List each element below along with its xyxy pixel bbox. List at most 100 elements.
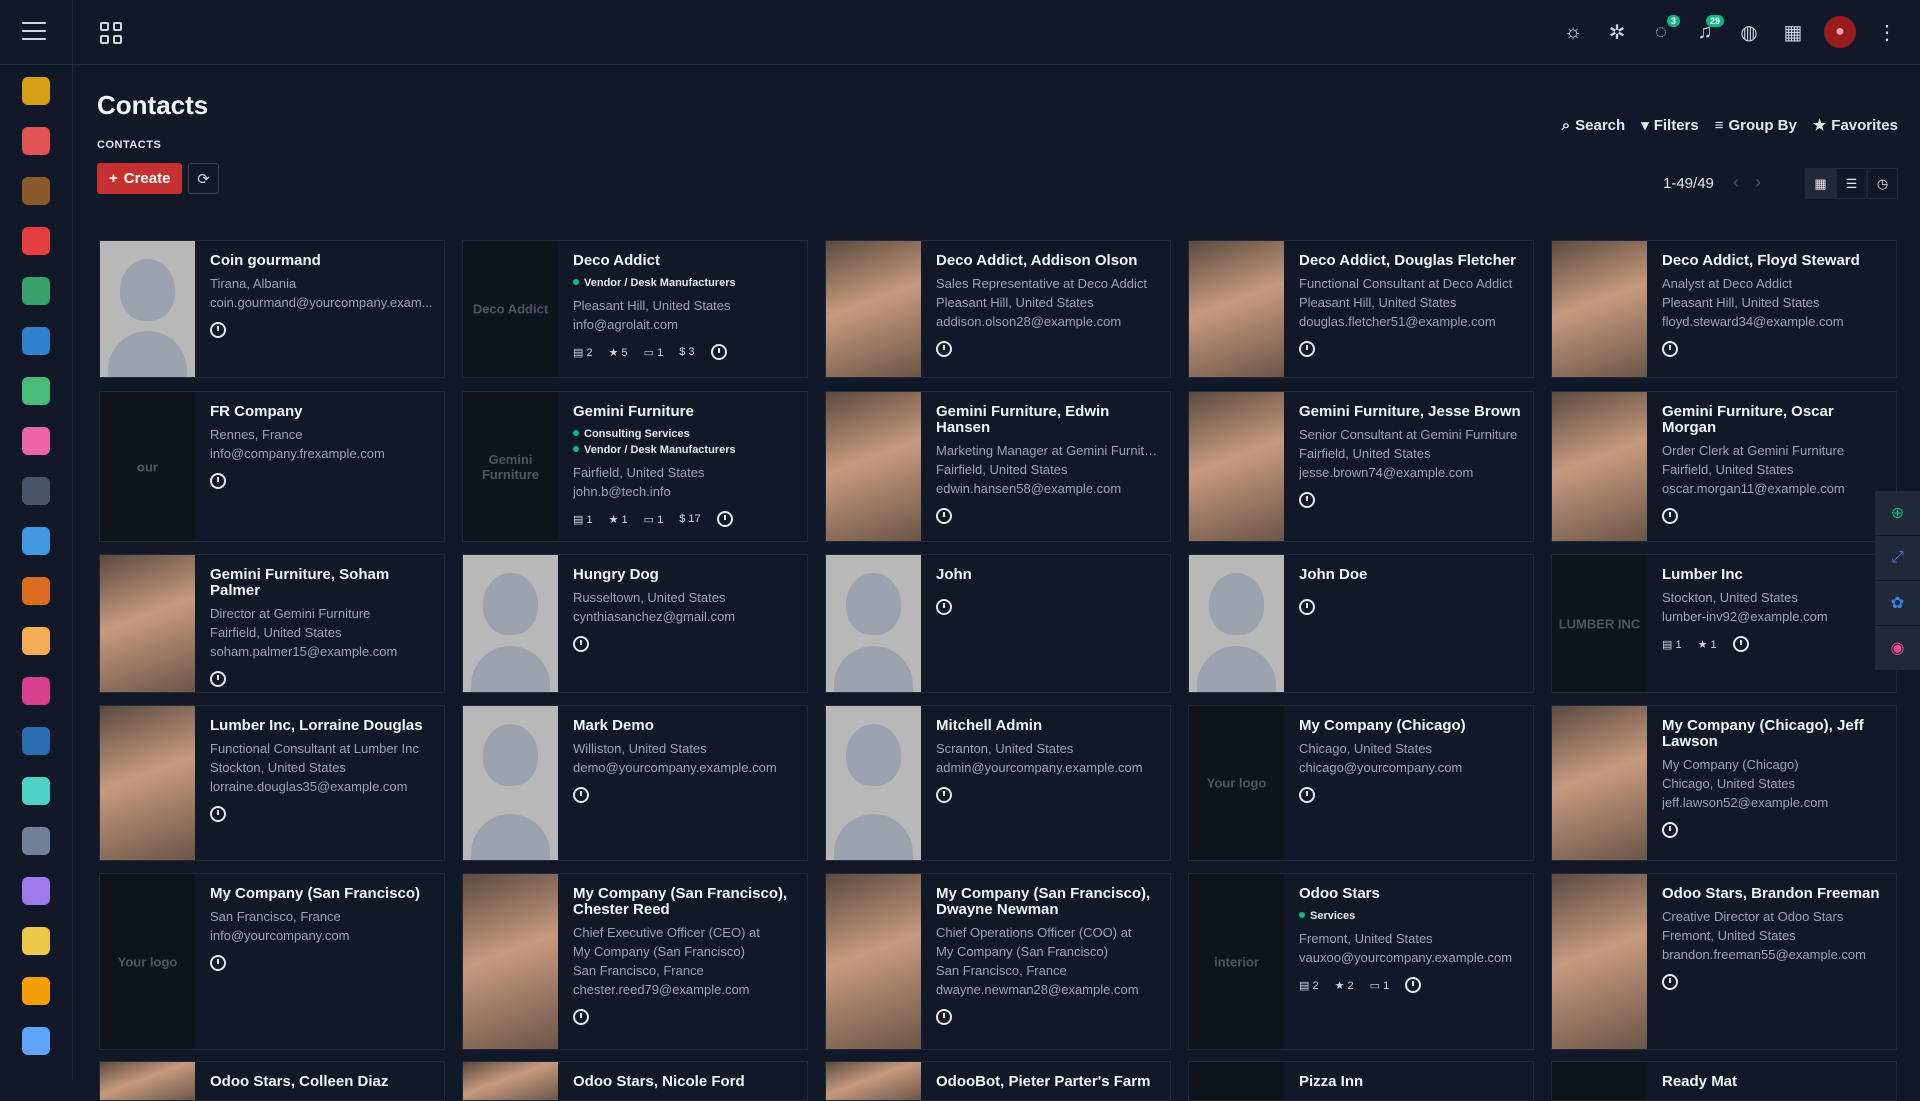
activity-clock-icon[interactable] (710, 344, 727, 360)
chat-icon[interactable]: ◌ 3 (1648, 15, 1680, 49)
palette-icon[interactable]: ◉ (1875, 626, 1920, 671)
sidebar-app-icon[interactable] (0, 716, 72, 766)
contact-card[interactable]: My Company (Chicago), Jeff Lawson My Comp… (1551, 705, 1897, 861)
activity-clock-icon[interactable] (936, 341, 952, 357)
sidebar-app-icon[interactable] (0, 966, 72, 1016)
contact-card[interactable]: Ready Mat (1551, 1061, 1897, 1101)
contact-card[interactable]: Deco Addict Deco Addict Vendor / Desk Manu… (462, 240, 808, 378)
sidebar-app-icon[interactable] (0, 816, 72, 866)
company-icon[interactable]: ▦ (1780, 15, 1806, 49)
sidebar-app-icon[interactable] (0, 566, 72, 616)
contact-card[interactable]: Gemini Furniture, Soham Palmer Director a… (99, 554, 445, 693)
sidebar-app-icon[interactable] (0, 66, 72, 116)
contact-card[interactable]: Mitchell Admin Scranton, United States adm… (825, 705, 1171, 861)
debug-icon[interactable]: ✲ (1604, 15, 1630, 49)
sidebar-app-icon[interactable] (0, 316, 72, 366)
stat-badge[interactable]: ▤ 2 (1299, 979, 1319, 992)
sidebar-app-icon[interactable] (0, 416, 72, 466)
contact-card[interactable]: Deco Addict, Addison Olson Sales Represen… (825, 240, 1171, 378)
activity-clock-icon[interactable] (716, 511, 733, 527)
activity-clock-icon[interactable] (936, 787, 952, 803)
contact-card[interactable]: Odoo Stars, Colleen Diaz (99, 1061, 445, 1101)
sidebar-app-icon[interactable] (0, 466, 72, 516)
stat-badge[interactable]: ▤ 1 (573, 513, 593, 526)
activity-clock-icon[interactable] (936, 508, 952, 524)
activity-clock-icon[interactable] (210, 671, 226, 687)
search-button[interactable]: ⌕ Search (1562, 116, 1625, 134)
sidebar-app-icon[interactable] (0, 916, 72, 966)
contact-card[interactable]: Deco Addict, Douglas Fletcher Functional … (1188, 240, 1534, 378)
next-page-icon[interactable]: › (1755, 172, 1761, 193)
globe-icon[interactable]: ◍ (1736, 15, 1762, 49)
sidebar-app-icon[interactable] (0, 216, 72, 266)
apps-grid-icon[interactable] (100, 22, 122, 44)
contact-card[interactable]: Coin gourmand Tirana, Albania coin.gourman… (99, 240, 445, 378)
contact-card[interactable]: John (825, 554, 1171, 693)
sidebar-app-icon[interactable] (0, 866, 72, 916)
settings-icon[interactable]: ✿ (1875, 581, 1920, 626)
activity-clock-icon[interactable] (1732, 636, 1749, 652)
activity-clock-icon[interactable] (573, 787, 589, 803)
expand-icon[interactable]: ⤢ (1875, 536, 1920, 581)
contact-card[interactable]: Pizza Inn (1188, 1061, 1534, 1101)
stat-badge[interactable]: ▤ 1 (1662, 638, 1682, 651)
activity-clock-icon[interactable] (210, 806, 226, 822)
stat-badge[interactable]: ★ 1 (609, 513, 628, 526)
stat-badge[interactable]: $ 17 (679, 513, 700, 525)
bell-icon[interactable]: ♫ 29 (1692, 15, 1724, 49)
contact-card[interactable]: Deco Addict, Floyd Steward Analyst at Dec… (1551, 240, 1897, 378)
sidebar-app-icon[interactable] (0, 366, 72, 416)
activity-clock-icon[interactable] (210, 322, 226, 338)
menu-toggle-icon[interactable] (22, 22, 46, 42)
contact-card[interactable]: Odoo Stars, Brandon Freeman Creative Dire… (1551, 873, 1897, 1050)
sidebar-app-icon[interactable] (0, 516, 72, 566)
activity-clock-icon[interactable] (1299, 787, 1315, 803)
refresh-button[interactable]: ⟳ (188, 163, 219, 194)
stat-badge[interactable]: ★ 5 (609, 346, 628, 359)
contact-card[interactable]: Gemini Furniture, Jesse Brown Senior Cons… (1188, 391, 1534, 542)
activity-clock-icon[interactable] (1405, 977, 1422, 993)
activity-clock-icon[interactable] (1299, 341, 1315, 357)
activity-clock-icon[interactable] (936, 1009, 952, 1025)
pager-value[interactable]: 1-49/49 (1663, 175, 1714, 192)
contact-card[interactable]: John Doe (1188, 554, 1534, 693)
sidebar-app-icon[interactable] (0, 766, 72, 816)
theme-toggle-icon[interactable]: ☼ (1560, 15, 1586, 49)
activity-clock-icon[interactable] (1662, 974, 1678, 990)
activity-clock-icon[interactable] (936, 599, 952, 615)
activity-clock-icon[interactable] (210, 473, 226, 489)
sidebar-app-icon[interactable] (0, 116, 72, 166)
stat-badge[interactable]: ▭ 1 (1370, 979, 1390, 992)
contact-card[interactable]: Mark Demo Williston, United States demo@yo… (462, 705, 808, 861)
create-button[interactable]: + Create (97, 163, 183, 194)
sidebar-app-icon[interactable] (0, 666, 72, 716)
contact-card[interactable]: Odoo Stars, Nicole Ford (462, 1061, 808, 1101)
contact-card[interactable]: LUMBER INC Lumber Inc Stockton, United Sta… (1551, 554, 1897, 693)
stat-badge[interactable]: ★ 2 (1335, 979, 1354, 992)
stat-badge[interactable]: $ 3 (679, 346, 694, 358)
contact-card[interactable]: My Company (San Francisco), Chester Reed… (462, 873, 808, 1050)
activity-view-button[interactable]: ◷ (1867, 168, 1898, 199)
contact-card[interactable]: our FR Company Rennes, France info@company.… (99, 391, 445, 542)
contact-card[interactable]: Gemini Furniture, Oscar Morgan Order Cler… (1551, 391, 1897, 542)
contact-card[interactable]: Your logo My Company (Chicago) Chicago, Un… (1188, 705, 1534, 861)
sidebar-app-icon[interactable] (0, 616, 72, 666)
stat-badge[interactable]: ▤ 2 (573, 346, 593, 359)
stat-badge[interactable]: ★ 1 (1698, 638, 1717, 651)
contact-card[interactable]: My Company (San Francisco), Dwayne Newma… (825, 873, 1171, 1050)
filters-button[interactable]: ▾ Filters (1641, 116, 1699, 135)
activity-clock-icon[interactable] (210, 955, 226, 971)
activity-clock-icon[interactable] (1662, 822, 1678, 838)
stat-badge[interactable]: ▭ 1 (644, 346, 664, 359)
stat-badge[interactable]: ▭ 1 (644, 513, 664, 526)
favorites-button[interactable]: ★ Favorites (1813, 116, 1898, 135)
activity-clock-icon[interactable] (1299, 599, 1315, 615)
contact-card[interactable]: Your logo My Company (San Francisco) San F… (99, 873, 445, 1050)
activity-clock-icon[interactable] (1662, 508, 1678, 524)
activity-clock-icon[interactable] (573, 1009, 589, 1025)
contact-card[interactable]: Gemini Furniture, Edwin Hansen Marketing … (825, 391, 1171, 542)
contact-card[interactable]: Gemini Furniture Gemini Furniture Consulti… (462, 391, 808, 542)
sidebar-app-icon[interactable] (0, 166, 72, 216)
sidebar-app-icon[interactable] (0, 266, 72, 316)
contact-card[interactable]: Lumber Inc, Lorraine Douglas Functional C… (99, 705, 445, 861)
